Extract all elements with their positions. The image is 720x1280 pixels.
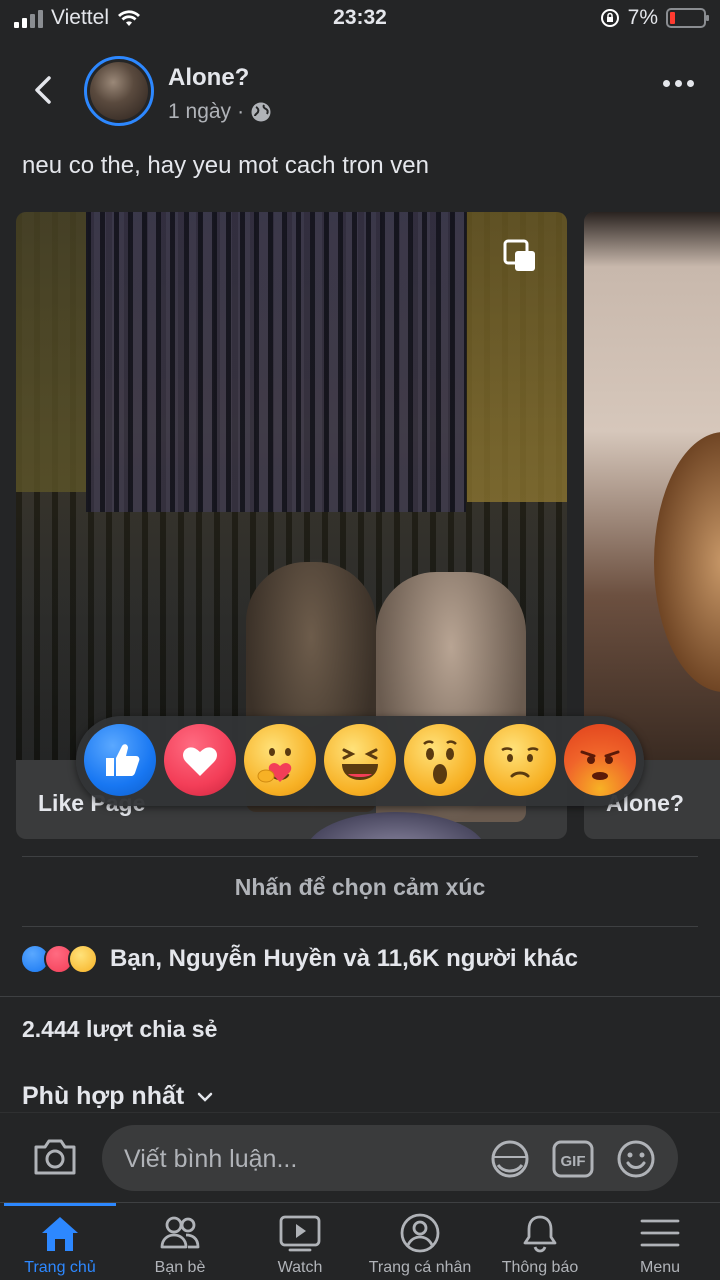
avatar-sticker-icon[interactable] — [488, 1139, 532, 1179]
bottom-nav: Trang chủ Bạn bè Watch Trang cá nhân Thô… — [0, 1202, 720, 1280]
gif-icon[interactable]: GIF — [552, 1139, 594, 1179]
love-reaction-icon[interactable] — [164, 724, 236, 796]
bell-icon — [523, 1215, 557, 1253]
reaction-hint: Nhấn để chọn cảm xúc — [234, 874, 486, 900]
watch-icon — [279, 1215, 321, 1252]
reaction-summary[interactable]: Bạn, Nguyễn Huyền và 11,6K người khác — [20, 944, 578, 974]
nav-profile[interactable]: Trang cá nhân — [360, 1203, 480, 1280]
nav-label: Trang cá nhân — [368, 1259, 472, 1276]
comment-placeholder[interactable]: Viết bình luận... — [124, 1145, 297, 1174]
comment-sort[interactable]: Phù hợp nhất — [22, 1082, 214, 1111]
comment-bar: Viết bình luận... GIF — [0, 1112, 720, 1202]
svg-text:GIF: GIF — [561, 1153, 586, 1170]
reaction-picker — [76, 716, 644, 806]
nav-label: Thông báo — [501, 1259, 579, 1276]
nav-watch[interactable]: Watch — [240, 1203, 360, 1280]
divider — [22, 926, 698, 927]
friends-icon — [160, 1216, 200, 1249]
status-bar: Viettel 23:32 7% — [0, 0, 720, 40]
profile-icon — [400, 1213, 440, 1253]
post-author[interactable]: Alone? — [168, 64, 249, 92]
reaction-summary-icons — [20, 944, 98, 974]
nav-notifications[interactable]: Thông báo — [480, 1203, 600, 1280]
battery-percent: 7% — [627, 6, 658, 29]
like-reaction-icon[interactable] — [84, 724, 156, 796]
comment-sort-label[interactable]: Phù hợp nhất — [22, 1082, 184, 1111]
nav-friends[interactable]: Bạn bè — [120, 1203, 240, 1280]
nav-menu[interactable]: Menu — [600, 1203, 720, 1280]
chevron-down-icon[interactable] — [196, 1091, 214, 1103]
nav-label: Bạn bè — [154, 1259, 206, 1276]
status-right: 7% — [600, 6, 709, 30]
nav-label: Watch — [277, 1259, 323, 1276]
meta-separator: · — [237, 100, 245, 123]
post-photo[interactable] — [16, 212, 567, 839]
camera-icon[interactable] — [32, 1137, 78, 1177]
avatar[interactable] — [84, 56, 154, 126]
battery-icon — [666, 8, 709, 28]
post-caption: neu co the, hay yeu mot cach tron ven — [22, 152, 429, 179]
care-mini-icon — [68, 944, 98, 974]
nav-label: Menu — [639, 1259, 681, 1276]
more-options-icon[interactable] — [663, 80, 694, 87]
nav-home[interactable]: Trang chủ — [0, 1203, 120, 1280]
post-meta: 1 ngày · — [168, 100, 272, 124]
wow-reaction-icon[interactable] — [404, 724, 476, 796]
reaction-summary-text[interactable]: Bạn, Nguyễn Huyền và 11,6K người khác — [110, 945, 578, 973]
comment-input[interactable]: Viết bình luận... GIF — [102, 1125, 678, 1191]
emoji-icon[interactable] — [616, 1139, 656, 1179]
divider — [0, 996, 720, 997]
home-icon — [42, 1217, 78, 1251]
angry-reaction-icon[interactable] — [564, 724, 636, 796]
nav-label: Trang chủ — [24, 1259, 96, 1276]
rotation-lock-icon — [600, 9, 619, 27]
divider — [22, 856, 698, 857]
sad-reaction-icon[interactable] — [484, 724, 556, 796]
back-arrow-icon[interactable] — [24, 70, 64, 110]
haha-reaction-icon[interactable] — [324, 724, 396, 796]
globe-icon — [251, 102, 271, 122]
share-count[interactable]: 2.444 lượt chia sẻ — [22, 1016, 217, 1043]
post-time[interactable]: 1 ngày — [168, 100, 231, 124]
post-photo[interactable] — [584, 212, 720, 760]
care-reaction-icon[interactable] — [244, 724, 316, 796]
multiple-photos-icon — [503, 239, 535, 271]
menu-icon — [640, 1219, 680, 1247]
